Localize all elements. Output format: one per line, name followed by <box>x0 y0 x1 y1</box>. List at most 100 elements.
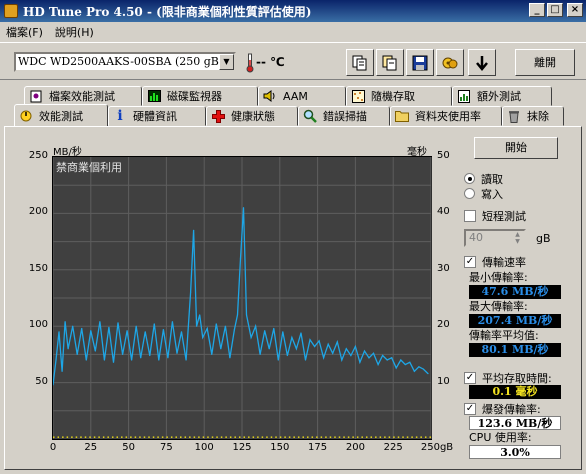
access-time-point <box>161 436 164 438</box>
access-time-point <box>84 436 87 438</box>
short-length-stepper[interactable]: 40 ▲ ▼ <box>464 229 526 247</box>
access-time-point <box>343 436 345 438</box>
tab-disk-monitor[interactable]: 磁碟監視器 <box>142 86 258 106</box>
max-rate-value: 207.4 MB/秒 <box>469 314 561 328</box>
transfer-rate-checkbox[interactable]: ✓ 傳輸速率 <box>464 254 576 269</box>
drive-select[interactable]: WDC WD2500AAKS-00SBA (250 gB) ▼ <box>14 52 236 72</box>
transfer-rate-point <box>400 359 402 361</box>
short-test-checkbox[interactable]: 短程測試 <box>464 208 576 223</box>
toolbar: WDC WD2500AAKS-00SBA (250 gB) ▼ -- ℃ 離開 <box>0 42 586 80</box>
tab-label: 健康狀態 <box>231 110 275 123</box>
access-time-point <box>157 436 159 438</box>
transfer-rate-point <box>255 325 257 327</box>
transfer-rate-point <box>220 348 222 350</box>
transfer-rate-point <box>126 330 128 332</box>
access-time-point <box>257 436 259 438</box>
access-time-point <box>370 436 373 438</box>
stepper-arrows-icon[interactable]: ▲ ▼ <box>511 231 524 245</box>
close-button[interactable]: × <box>567 3 583 17</box>
access-time-point <box>388 436 391 438</box>
max-rate-label: 最大傳輸率: <box>469 300 528 313</box>
write-radio[interactable]: 寫入 <box>464 186 576 201</box>
access-time-point <box>170 436 173 438</box>
transfer-rate-point <box>309 339 311 341</box>
tab-aam[interactable]: AAM <box>258 86 346 106</box>
transfer-rate-point <box>300 332 302 334</box>
avg-rate-value: 80.1 MB/秒 <box>469 343 561 357</box>
copy-button[interactable] <box>346 49 374 76</box>
transfer-rate-point <box>391 357 393 359</box>
copy-icon <box>352 55 367 70</box>
access-time-point <box>243 436 246 438</box>
tab-error-scan[interactable]: 錯誤掃描 <box>298 106 390 126</box>
access-time-point <box>384 436 386 438</box>
access-time-point <box>302 436 304 438</box>
transfer-rate-point <box>180 331 183 333</box>
read-label: 讀取 <box>481 172 503 186</box>
menu-help[interactable]: 說明(H) <box>49 24 100 40</box>
thermometer-icon <box>246 53 254 73</box>
transfer-chart: 禁商業個利用 <box>52 156 432 440</box>
access-time-point <box>406 436 409 438</box>
random-access-icon <box>351 89 365 103</box>
access-time-point <box>166 436 168 438</box>
tab-folder-usage[interactable]: 資料夾使用率 <box>390 106 502 126</box>
y2-tick-label: 20 <box>437 319 450 331</box>
x-tick-label: 175 <box>308 442 328 453</box>
x-tick-label: 200 <box>345 442 365 453</box>
access-time-point <box>252 436 255 438</box>
access-time-label: 平均存取時間: <box>482 371 552 385</box>
tab-erase[interactable]: 抹除 <box>502 106 564 126</box>
access-time-point <box>189 436 191 438</box>
access-time-point <box>352 436 354 438</box>
transfer-rate-point <box>99 321 101 323</box>
radio-dot <box>464 188 475 199</box>
access-time-point <box>429 436 431 438</box>
access-time-checkbox[interactable]: ✓ 平均存取時間: <box>464 370 576 385</box>
tab-health[interactable]: 健康狀態 <box>206 106 298 126</box>
minimize-button[interactable]: _ <box>529 3 545 17</box>
transfer-rate-point <box>242 207 245 209</box>
exit-button[interactable]: 離開 <box>515 49 575 76</box>
transfer-rate-point <box>94 350 96 352</box>
access-time-point <box>216 436 218 438</box>
access-time-point <box>107 436 109 438</box>
tab-hardware-info[interactable]: i 硬體資訊 <box>108 106 206 126</box>
maximize-button[interactable]: □ <box>547 3 563 17</box>
transfer-rate-point <box>76 353 78 355</box>
transfer-rate-point <box>404 363 406 366</box>
access-time-point <box>75 436 78 438</box>
read-radio[interactable]: 讀取 <box>464 171 576 186</box>
start-button[interactable]: 開始 <box>474 137 558 159</box>
chevron-down-icon[interactable]: ▼ <box>219 54 234 70</box>
tabs-top: 檔案效能測試 磁碟監視器 AAM 隨機存取 額外測試 <box>24 86 552 106</box>
options-button[interactable] <box>436 49 464 76</box>
access-time-point <box>111 436 114 438</box>
burst-rate-checkbox[interactable]: ✓ 爆發傳輸率: <box>464 401 576 416</box>
tab-random-access[interactable]: 隨機存取 <box>346 86 452 106</box>
access-time-point <box>338 436 341 438</box>
tab-file-benchmark[interactable]: 檔案效能測試 <box>24 86 142 106</box>
transfer-rate-point <box>359 361 361 363</box>
tab-label: 資料夾使用率 <box>415 110 481 123</box>
transfer-rate-point <box>121 353 124 355</box>
menu-file[interactable]: 檔案(F) <box>0 24 49 40</box>
copy-text-button[interactable] <box>376 49 404 76</box>
transfer-rate-point <box>108 326 110 328</box>
access-time-point <box>420 436 422 438</box>
save-button[interactable] <box>406 49 434 76</box>
checkbox-box <box>464 209 476 222</box>
access-time-point <box>53 436 55 438</box>
tab-extra-tests[interactable]: 額外測試 <box>452 86 552 106</box>
tab-benchmark[interactable]: 效能測試 <box>14 104 108 126</box>
access-time-point <box>134 436 137 438</box>
download-button[interactable] <box>468 49 496 76</box>
x-tick-label: 50 <box>122 442 135 453</box>
access-time-point <box>220 436 223 438</box>
radio-dot <box>464 173 475 184</box>
transfer-rate-point <box>58 331 60 333</box>
transfer-rate-point <box>158 359 160 361</box>
tab-label: 檔案效能測試 <box>49 90 115 103</box>
checkbox-box: ✓ <box>464 255 476 268</box>
x-tick-label: 225 <box>383 442 403 453</box>
